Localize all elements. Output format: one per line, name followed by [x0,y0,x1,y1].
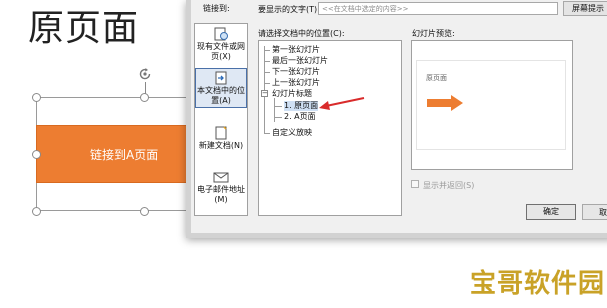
annotation-arrow-icon [319,97,365,110]
text-to-display-label: 要显示的文字(T): [258,5,320,14]
tree-line [264,61,270,62]
tree-item-previous-slide[interactable]: 上一张幻灯片 [272,78,320,88]
text-to-display-input[interactable]: <<在文档中选定的内容>> [318,2,558,15]
tree-line [264,133,270,134]
tree-line [274,98,275,122]
slide-preview-title: 原页面 [426,74,447,82]
preview-arrow-icon [427,95,463,111]
link-to-panel: 现有文件或网页(X) 本文档中的位置(A) 新建文档(N) 电子邮件地址(M) [194,23,248,216]
link-target-place-in-document[interactable]: 本文档中的位置(A) [195,68,247,108]
tree-item-slide-2[interactable]: 2. A页面 [284,112,316,122]
slide-title: 原页面 [28,8,140,49]
email-address-icon [213,172,229,183]
ok-button[interactable]: 确定 [526,204,576,220]
place-in-document-label: 请选择文档中的位置(C): [258,29,345,38]
tree-item-next-slide[interactable]: 下一张幻灯片 [272,67,320,77]
tree-line [264,83,270,84]
tree-line [274,117,282,118]
tree-line [264,50,270,51]
tree-item-slide-1[interactable]: 1. 原页面 [284,101,319,111]
resize-handle-bottom-center[interactable] [140,207,149,216]
rotate-handle-icon[interactable] [137,66,153,82]
link-shape-text[interactable]: 链接到A页面 [90,146,158,163]
resize-handle-top-center[interactable] [140,93,149,102]
resize-handle-middle-left[interactable] [32,150,41,159]
link-target-new-document-label: 新建文档(N) [198,141,244,150]
link-target-new-document[interactable]: 新建文档(N) [195,126,247,151]
link-target-existing-file[interactable]: 现有文件或网页(X) [195,27,247,62]
show-and-return-checkbox[interactable] [411,180,419,188]
tree-collapse-toggle[interactable]: − [261,90,268,97]
slide-preview-label: 幻灯片预览: [412,29,455,38]
link-to-label: 链接到: [203,4,230,13]
new-document-icon [215,126,227,140]
cancel-button-label[interactable]: 取消 [599,207,607,218]
screen-tip-button[interactable]: 屏幕提示 [563,1,607,16]
link-target-email-address-label: 电子邮件地址(M) [197,185,245,204]
link-target-place-in-document-label: 本文档中的位置(A) [197,86,245,105]
tree-item-custom-shows[interactable]: 自定义放映 [272,128,312,138]
show-and-return-label: 显示并返回(S) [423,181,475,190]
resize-handle-top-left[interactable] [32,93,41,102]
existing-file-icon [214,27,228,41]
tree-item-first-slide[interactable]: 第一张幻灯片 [272,45,320,55]
link-target-email-address[interactable]: 电子邮件地址(M) [195,170,247,205]
link-target-existing-file-label: 现有文件或网页(X) [197,42,245,61]
tree-line [264,72,270,73]
place-in-document-icon [215,71,227,85]
resize-handle-bottom-left[interactable] [32,207,41,216]
tree-item-slide-titles[interactable]: 幻灯片标题 [272,89,312,99]
watermark-logo: 宝哥软件园 [470,269,606,299]
tree-item-last-slide[interactable]: 最后一张幻灯片 [272,56,328,66]
tree-line [274,106,282,107]
